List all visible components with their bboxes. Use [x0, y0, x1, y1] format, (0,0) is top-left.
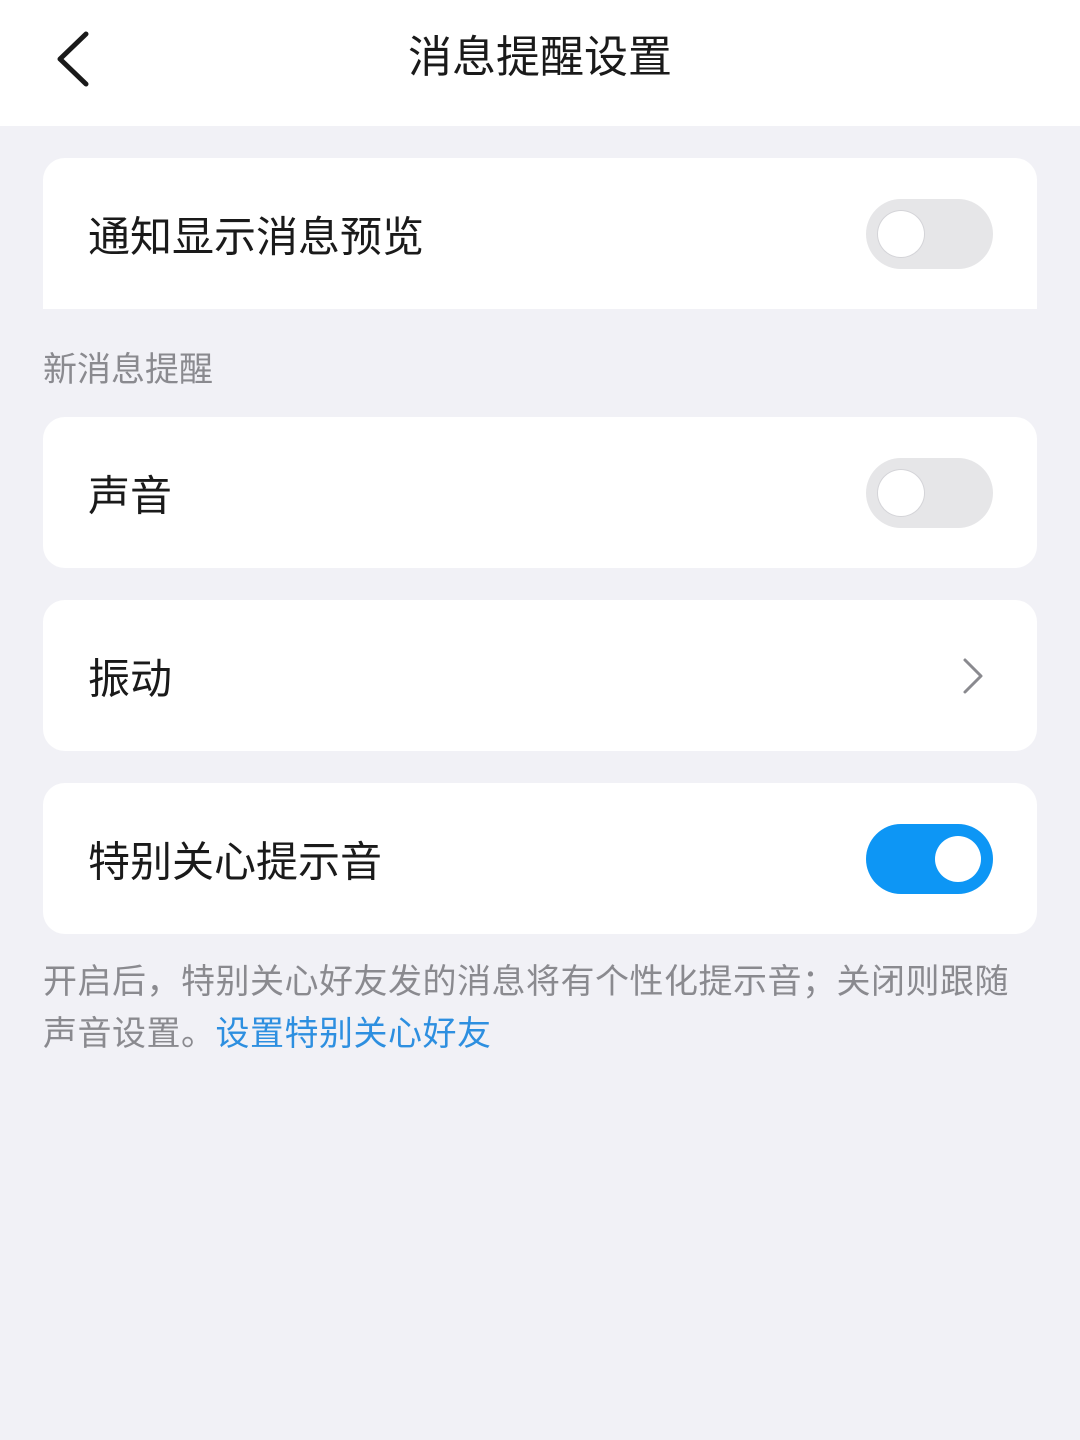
- section-title: 新消息提醒: [43, 350, 213, 390]
- sound-setting-row: 声音: [43, 417, 1037, 568]
- special-care-footnote: 开启后，特别关心好友发的消息将有个性化提示音；关闭则跟随声音设置。设置特别关心好…: [43, 956, 1037, 1060]
- special-care-toggle[interactable]: [866, 823, 993, 894]
- vibrate-setting-row[interactable]: 振动: [43, 600, 1037, 751]
- navigation-bar: 消息提醒设置: [0, 0, 1080, 126]
- footnote-text: 开启后，特别关心好友发的消息将有个性化提示音；关闭则跟随声音设置。: [43, 962, 1009, 1054]
- preview-toggle[interactable]: [866, 198, 993, 269]
- set-special-care-friends-link[interactable]: 设置特别关心好友: [216, 1014, 492, 1054]
- special-care-setting-label: 特别关心提示音: [88, 837, 383, 886]
- page-title: 消息提醒设置: [408, 32, 672, 83]
- vibrate-setting-label: 振动: [88, 654, 173, 703]
- sound-toggle[interactable]: [866, 457, 993, 528]
- toggle-knob: [878, 469, 924, 516]
- toggle-knob: [878, 210, 924, 257]
- preview-setting-label: 通知显示消息预览: [88, 212, 425, 261]
- special-care-setting-row: 特别关心提示音: [43, 783, 1037, 934]
- sound-setting-label: 声音: [88, 471, 173, 520]
- preview-setting-row: 通知显示消息预览: [43, 158, 1037, 309]
- toggle-knob: [935, 835, 981, 882]
- chevron-right-icon: [961, 656, 985, 696]
